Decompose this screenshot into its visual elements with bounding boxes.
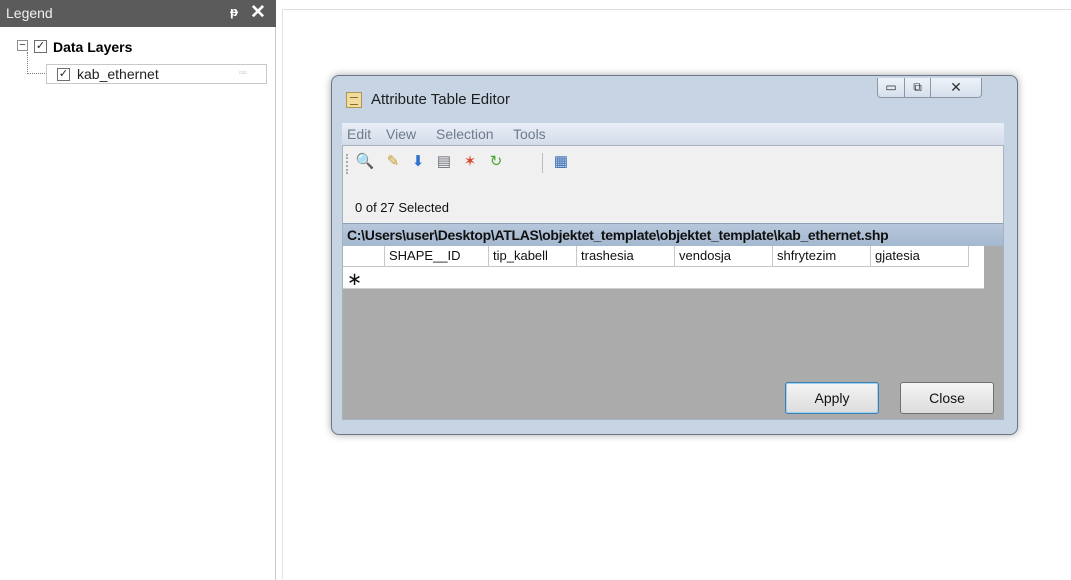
- data-layers-checkbox[interactable]: ✓: [34, 40, 47, 53]
- map-border: [282, 9, 1071, 10]
- refresh-icon[interactable]: ↻: [486, 152, 506, 172]
- menu-bar: Edit View Selection Tools: [342, 123, 1004, 145]
- column-header[interactable]: vendosja: [675, 246, 773, 267]
- selection-status: 0 of 27 Selected: [355, 200, 449, 215]
- maximize-button[interactable]: ⧉: [904, 78, 931, 98]
- grid-header-row: SHAPE__ID tip_kabell trashesia vendosja …: [343, 246, 984, 268]
- minimize-button[interactable]: ▭: [877, 78, 905, 98]
- attribute-table-editor-dialog: Attribute Table Editor ▭ ⧉ ✕ Edit View S…: [331, 75, 1018, 435]
- dialog-client-area: 🔍 ✎ ⬇ ▤ ✶ ↻ ▦ 0 of 27 Selected C:\Users\…: [342, 145, 1004, 420]
- tree-connector: [27, 73, 45, 74]
- new-row-marker: ∗: [347, 269, 363, 289]
- apply-button[interactable]: Apply: [785, 382, 879, 414]
- column-header[interactable]: shfrytezim: [773, 246, 871, 267]
- legend-panel: Legend ᵽ ✕ − ✓ Data Layers ✓ kab_etherne…: [0, 0, 276, 580]
- table-icon[interactable]: ▦: [551, 152, 571, 172]
- close-button[interactable]: Close: [900, 382, 994, 414]
- dialog-title: Attribute Table Editor: [371, 91, 510, 108]
- menu-selection[interactable]: Selection: [436, 126, 494, 142]
- zoom-to-icon[interactable]: 🔍: [355, 152, 375, 172]
- download-arrow-icon[interactable]: ⬇: [408, 152, 428, 172]
- new-row[interactable]: ∗: [343, 268, 984, 289]
- calculator-icon[interactable]: ▤: [434, 152, 454, 172]
- file-path-bar: C:\Users\user\Desktop\ATLAS\objektet_tem…: [343, 223, 1003, 246]
- file-path: C:\Users\user\Desktop\ATLAS\objektet_tem…: [347, 227, 889, 243]
- legend-header: Legend ᵽ ✕: [0, 0, 276, 27]
- column-header[interactable]: trashesia: [577, 246, 675, 267]
- layer-item-kab-ethernet[interactable]: ✓ kab_ethernet ▫▫: [46, 64, 267, 84]
- toolbar-separator: [542, 153, 543, 173]
- edit-icon[interactable]: ✎: [383, 152, 403, 172]
- menu-view[interactable]: View: [386, 126, 416, 142]
- layer-checkbox[interactable]: ✓: [57, 68, 70, 81]
- collapse-toggle-icon[interactable]: −: [17, 40, 28, 51]
- data-layers-label: Data Layers: [53, 39, 133, 55]
- column-header[interactable]: SHAPE__ID: [385, 246, 489, 267]
- paint-icon[interactable]: ✶: [460, 152, 480, 172]
- legend-title: Legend: [6, 5, 53, 21]
- map-border: [282, 9, 283, 579]
- close-window-button[interactable]: ✕: [930, 78, 982, 98]
- toolbar-grip[interactable]: [346, 154, 348, 174]
- menu-edit[interactable]: Edit: [347, 126, 371, 142]
- layer-label: kab_ethernet: [77, 66, 159, 82]
- table-editor-icon: [346, 92, 362, 108]
- close-icon[interactable]: ✕: [250, 1, 266, 24]
- row-header-corner: [343, 246, 385, 267]
- menu-tools[interactable]: Tools: [513, 126, 546, 142]
- pin-icon[interactable]: ᵽ: [230, 4, 238, 19]
- column-header[interactable]: tip_kabell: [489, 246, 577, 267]
- tree-connector: [27, 52, 28, 74]
- layer-options-icon[interactable]: ▫▫: [239, 67, 247, 79]
- column-header[interactable]: gjatesia: [871, 246, 969, 267]
